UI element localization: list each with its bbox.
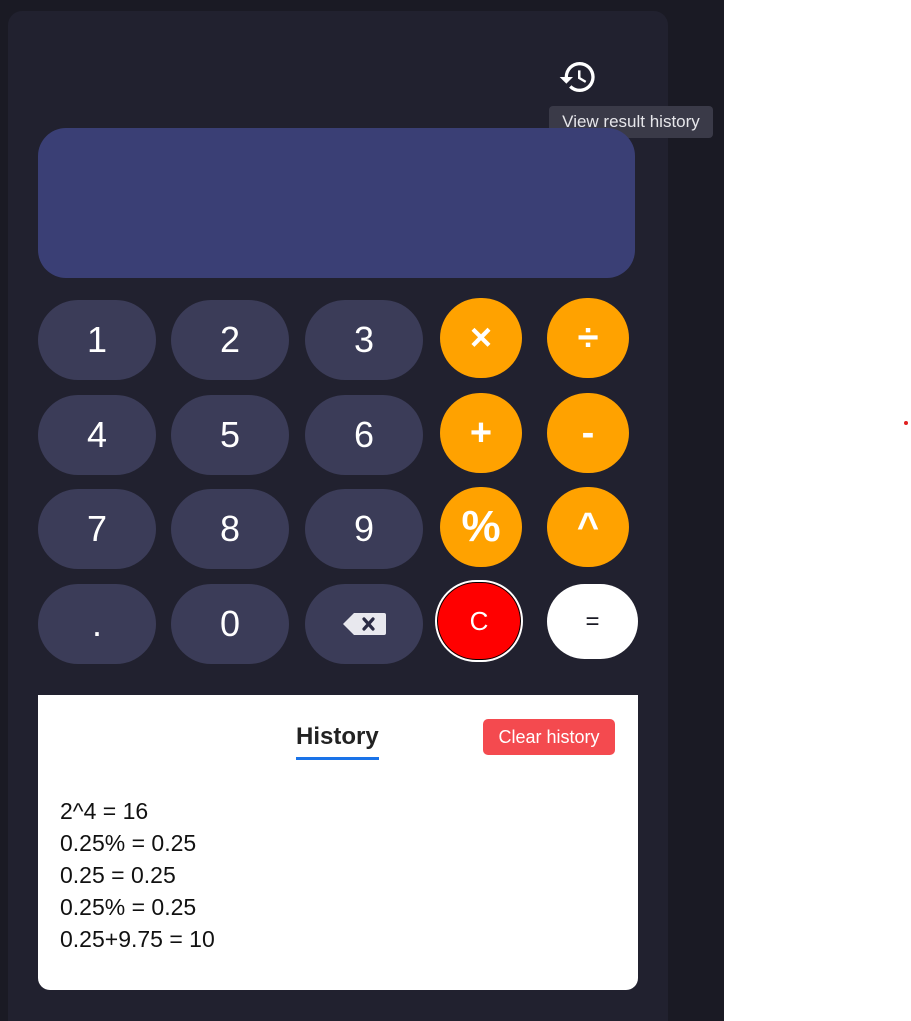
history-entry[interactable]: 0.25% = 0.25 — [60, 891, 215, 923]
red-dot — [904, 421, 908, 425]
key-4[interactable]: 4 — [38, 395, 156, 475]
power-key[interactable]: ^ — [547, 487, 629, 567]
key-6[interactable]: 6 — [305, 395, 423, 475]
history-entry[interactable]: 2^4 = 16 — [60, 795, 215, 827]
add-key[interactable]: + — [440, 393, 522, 473]
key-9[interactable]: 9 — [305, 489, 423, 569]
equals-key[interactable]: = — [547, 584, 638, 659]
backspace-key[interactable] — [305, 584, 423, 664]
history-entry[interactable]: 0.25% = 0.25 — [60, 827, 215, 859]
key-5[interactable]: 5 — [171, 395, 289, 475]
calculator-display — [38, 128, 635, 278]
clear-history-button[interactable]: Clear history — [483, 719, 615, 755]
decimal-key[interactable]: . — [38, 584, 156, 664]
history-icon — [559, 62, 595, 93]
history-panel: History Clear history 2^4 = 16 0.25% = 0… — [38, 695, 638, 990]
history-entry[interactable]: 0.25+9.75 = 10 — [60, 923, 215, 955]
backspace-icon — [343, 613, 386, 635]
divide-key[interactable]: ÷ — [547, 298, 629, 378]
blank-area — [724, 0, 911, 1021]
key-1[interactable]: 1 — [38, 300, 156, 380]
percent-key[interactable]: % — [440, 487, 522, 567]
key-8[interactable]: 8 — [171, 489, 289, 569]
key-3[interactable]: 3 — [305, 300, 423, 380]
clear-key[interactable]: C — [435, 580, 523, 662]
history-title: History — [296, 723, 379, 760]
key-7[interactable]: 7 — [38, 489, 156, 569]
history-list: 2^4 = 16 0.25% = 0.25 0.25 = 0.25 0.25% … — [60, 795, 215, 955]
history-button[interactable] — [556, 56, 600, 98]
key-0[interactable]: 0 — [171, 584, 289, 664]
subtract-key[interactable]: - — [547, 393, 629, 473]
history-entry[interactable]: 0.25 = 0.25 — [60, 859, 215, 891]
key-2[interactable]: 2 — [171, 300, 289, 380]
multiply-key[interactable]: × — [440, 298, 522, 378]
